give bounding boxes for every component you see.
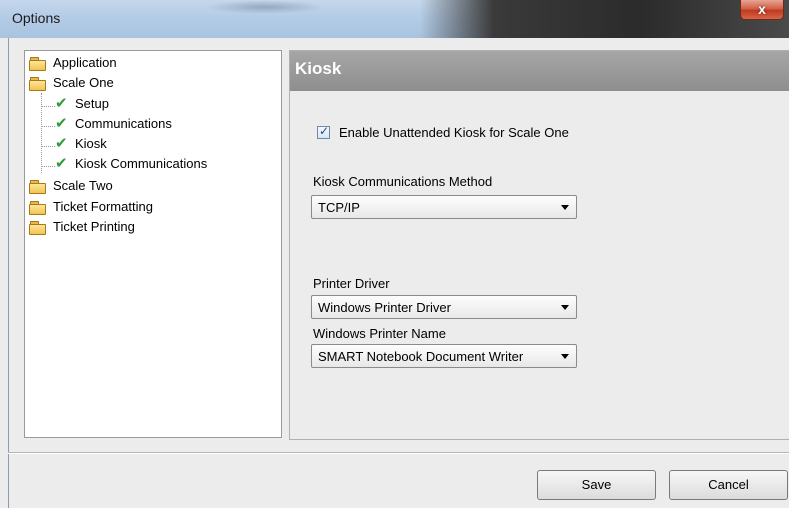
folder-icon bbox=[29, 221, 46, 235]
checkmark-icon: ✔ bbox=[55, 135, 68, 152]
title-bar-dark-region bbox=[420, 0, 789, 38]
enable-kiosk-label[interactable]: Enable Unattended Kiosk for Scale One bbox=[339, 125, 569, 140]
printer-name-label: Windows Printer Name bbox=[313, 326, 446, 341]
comm-method-select[interactable]: TCP/IP bbox=[311, 195, 577, 219]
printer-name-value: SMART Notebook Document Writer bbox=[318, 349, 524, 364]
panel-header: Kiosk bbox=[290, 51, 789, 91]
comm-method-label: Kiosk Communications Method bbox=[313, 174, 493, 189]
kiosk-settings-panel: Kiosk bbox=[289, 50, 789, 440]
tree-item-label: Kiosk Communications bbox=[75, 156, 208, 171]
chevron-down-icon bbox=[561, 305, 569, 310]
title-bar[interactable]: Options x bbox=[0, 0, 789, 38]
tree-item-label: Scale Two bbox=[53, 178, 113, 193]
chevron-down-icon bbox=[561, 354, 569, 359]
tree-item-label: Setup bbox=[75, 96, 109, 111]
checkmark-icon: ✔ bbox=[55, 115, 68, 132]
tree-item-label: Kiosk bbox=[75, 136, 107, 151]
close-icon: x bbox=[758, 1, 766, 17]
folder-icon bbox=[29, 201, 46, 215]
checkmark-icon: ✓ bbox=[319, 124, 330, 138]
options-tree[interactable]: Application Scale One ✔ Setup ✔ Communic… bbox=[24, 50, 282, 438]
title-bar-shade bbox=[205, 0, 325, 14]
comm-method-value: TCP/IP bbox=[318, 200, 360, 215]
tree-connector bbox=[41, 126, 55, 127]
folder-icon bbox=[29, 180, 46, 194]
printer-name-select[interactable]: SMART Notebook Document Writer bbox=[311, 344, 577, 368]
enable-kiosk-checkbox[interactable]: ✓ bbox=[317, 124, 330, 139]
checkmark-icon: ✔ bbox=[55, 155, 68, 172]
folder-icon bbox=[29, 57, 46, 71]
tree-item-label: Ticket Formatting bbox=[53, 199, 153, 214]
checkmark-icon: ✔ bbox=[55, 95, 68, 112]
tree-connector bbox=[41, 166, 55, 167]
tree-item-label: Application bbox=[53, 55, 117, 70]
tree-connector bbox=[41, 106, 55, 107]
window-title: Options bbox=[12, 10, 61, 26]
tree-connector bbox=[41, 93, 42, 173]
panel-title: Kiosk bbox=[295, 59, 342, 78]
tree-item-label: Ticket Printing bbox=[53, 219, 135, 234]
save-button[interactable]: Save bbox=[537, 470, 656, 500]
tree-connector bbox=[41, 146, 55, 147]
printer-driver-value: Windows Printer Driver bbox=[318, 300, 451, 315]
tree-item-label: Scale One bbox=[53, 75, 114, 90]
chevron-down-icon bbox=[561, 205, 569, 210]
folder-open-icon bbox=[29, 77, 46, 91]
tree-item-label: Communications bbox=[75, 116, 172, 131]
printer-driver-label: Printer Driver bbox=[313, 276, 390, 291]
close-button[interactable]: x bbox=[740, 0, 784, 20]
footer-divider bbox=[8, 452, 789, 454]
cancel-button[interactable]: Cancel bbox=[669, 470, 788, 500]
printer-driver-select[interactable]: Windows Printer Driver bbox=[311, 295, 577, 319]
